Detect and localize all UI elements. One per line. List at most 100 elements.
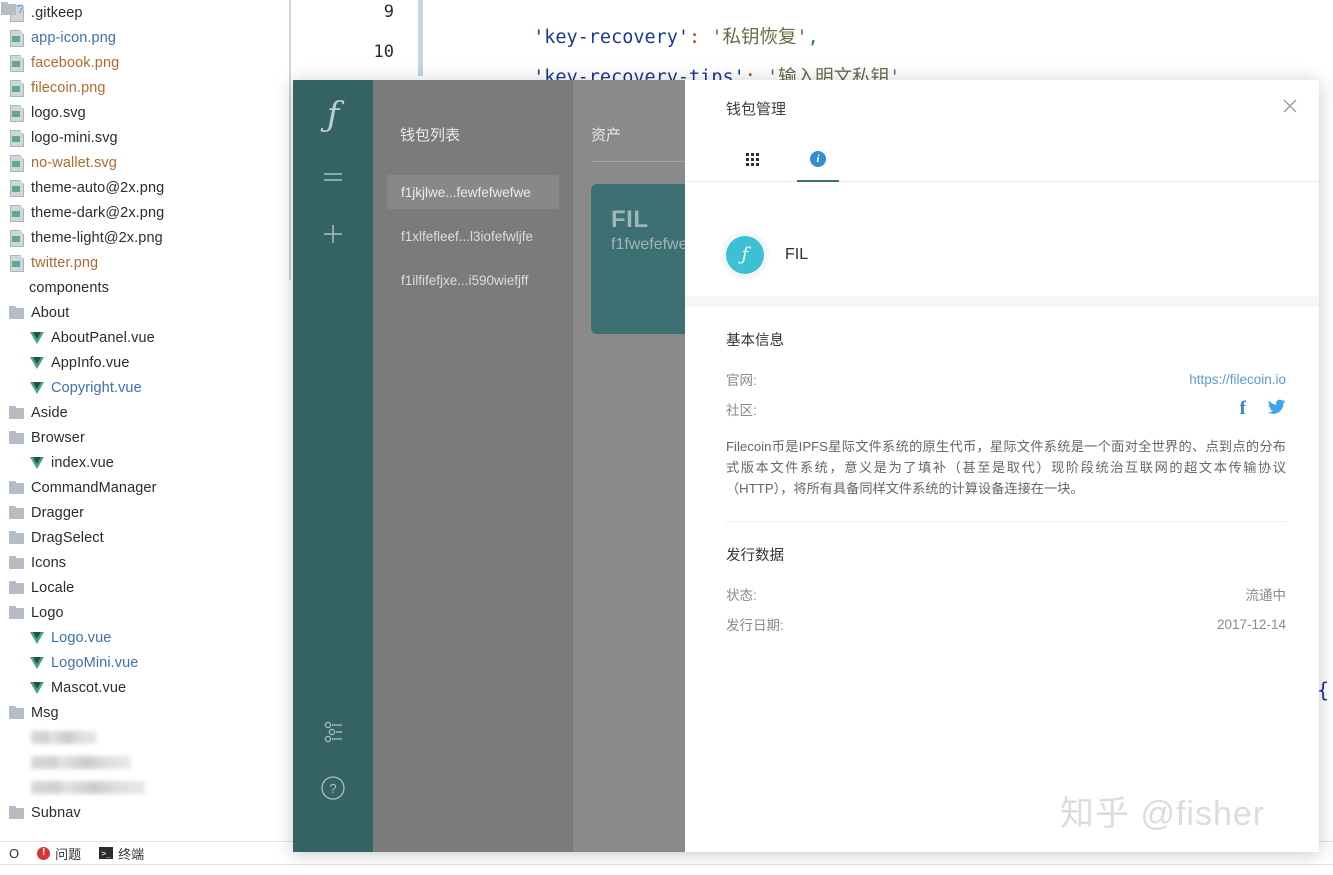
wallet-list-gap	[373, 297, 573, 307]
tree-row-label: Locale	[31, 579, 75, 596]
tree-row-blurred[interactable]	[0, 775, 296, 800]
tree-row-label: AppInfo.vue	[51, 354, 130, 371]
tree-row[interactable]: filecoin.png	[0, 75, 296, 100]
tree-row[interactable]: Icons	[0, 550, 296, 575]
tree-row[interactable]: Subnav	[0, 800, 296, 825]
dialog-close-icon[interactable]	[1281, 97, 1299, 120]
folder-icon	[8, 504, 26, 521]
twitter-icon[interactable]	[1268, 399, 1286, 420]
wallet-management-dialog: 钱包管理 i ƒ FIL 基本信息 官网: https://filecoin.i…	[685, 80, 1319, 852]
image-file-icon	[8, 254, 26, 271]
tree-row[interactable]: theme-dark@2x.png	[0, 200, 296, 225]
vue-icon	[28, 354, 46, 371]
facebook-icon[interactable]: f	[1240, 398, 1246, 420]
explorer-scrollbar[interactable]	[289, 0, 291, 280]
status-problems[interactable]: ! 问题	[28, 842, 90, 864]
tree-row[interactable]: About	[0, 300, 296, 325]
image-file-icon	[8, 29, 26, 46]
tree-row-label: Dragger	[31, 504, 85, 521]
tree-row[interactable]: facebook.png	[0, 50, 296, 75]
wallet-address: f1jkjlwe...fewfefwefwe	[401, 184, 531, 200]
tree-row-label: Mascot.vue	[51, 679, 127, 696]
tree-row-label: Copyright.vue	[51, 379, 142, 396]
wallet-list-item[interactable]: f1ilfifefjxe...i590wiefjff	[387, 263, 559, 297]
tree-row[interactable]: no-wallet.svg	[0, 150, 296, 175]
info-icon: i	[810, 151, 826, 167]
grid-icon	[745, 152, 759, 166]
tree-row-label: facebook.png	[31, 54, 120, 71]
tree-row[interactable]: .gitkeep	[0, 0, 296, 25]
add-wallet-icon[interactable]	[293, 206, 373, 262]
tree-row[interactable]: CommandManager	[0, 475, 296, 500]
dialog-title: 钱包管理	[726, 100, 787, 118]
image-file-icon	[8, 129, 26, 146]
tree-row[interactable]: Msg	[0, 700, 296, 725]
section-separator	[685, 296, 1319, 307]
tree-row-label: index.vue	[51, 454, 114, 471]
tree-row-label: logo.svg	[31, 104, 86, 121]
list-icon[interactable]	[293, 150, 373, 206]
tree-row-label: Browser	[31, 429, 85, 446]
screenshot-root: .gitkeep app-icon.png facebook.png filecoin…	[0, 0, 1333, 875]
coin-avatar-icon: ƒ	[726, 236, 764, 274]
tree-row[interactable]: Copyright.vue	[0, 375, 296, 400]
tree-row[interactable]: Logo	[0, 600, 296, 625]
status-problems-label: 问题	[55, 846, 82, 862]
tree-row[interactable]: Locale	[0, 575, 296, 600]
svg-text:?: ?	[329, 781, 336, 796]
wallet-list-gap	[373, 209, 573, 219]
tree-row[interactable]: Logo.vue	[0, 625, 296, 650]
terminal-icon: >_	[99, 847, 114, 859]
tab-grid[interactable]	[719, 137, 785, 181]
image-file-icon	[8, 154, 26, 171]
tree-row[interactable]: components	[0, 275, 296, 300]
tree-row-label: LogoMini.vue	[51, 654, 139, 671]
error-circle-icon: !	[37, 846, 51, 860]
wallet-list-item[interactable]: f1jkjlwe...fewfefwefwe	[387, 175, 559, 209]
tree-row[interactable]: Aside	[0, 400, 296, 425]
tree-row[interactable]: DragSelect	[0, 525, 296, 550]
tree-row[interactable]: logo.svg	[0, 100, 296, 125]
folder-icon	[8, 304, 26, 321]
tree-row[interactable]: Dragger	[0, 500, 296, 525]
tree-row-label: DragSelect	[31, 529, 104, 546]
tree-row[interactable]: AboutPanel.vue	[0, 325, 296, 350]
tree-row[interactable]: LogoMini.vue	[0, 650, 296, 675]
status-left-text: O	[0, 842, 28, 864]
tree-row[interactable]: logo-mini.svg	[0, 125, 296, 150]
basic-info-row-website: 官网: https://filecoin.io	[726, 364, 1286, 394]
tree-row[interactable]: Browser	[0, 425, 296, 450]
tree-row[interactable]: Mascot.vue	[0, 675, 296, 700]
vue-icon	[28, 329, 46, 346]
status-terminal-label: 终端	[118, 846, 145, 862]
dialog-header: 钱包管理	[685, 80, 1319, 136]
tree-row-label: Icons	[31, 554, 67, 571]
settings-sliders-icon[interactable]	[293, 704, 373, 760]
wallet-items-container: f1jkjlwe...fewfefwefwe f1xlfefleef...l3io…	[373, 175, 573, 307]
website-link[interactable]: https://filecoin.io	[1189, 372, 1286, 387]
file-explorer-tree[interactable]: .gitkeep app-icon.png facebook.png filecoin…	[0, 0, 296, 841]
tree-row-label: Logo.vue	[51, 629, 112, 646]
tab-info[interactable]: i	[785, 137, 851, 182]
line-number: 9	[383, 2, 394, 22]
wallet-address: f1ilfifefjxe...i590wiefjff	[401, 272, 529, 288]
line-number: 10	[373, 42, 394, 62]
image-file-icon	[8, 204, 26, 221]
tree-row[interactable]: theme-light@2x.png	[0, 225, 296, 250]
app-sidebar: ƒ ?	[293, 80, 373, 852]
tree-row-blurred[interactable]	[0, 725, 296, 750]
help-icon[interactable]: ?	[293, 760, 373, 816]
dialog-tabs[interactable]: i	[685, 136, 1319, 182]
tree-row[interactable]: app-icon.png	[0, 25, 296, 50]
folder-icon	[8, 554, 26, 571]
wallet-list-item[interactable]: f1xlfefleef...l3iofefwljfe	[387, 219, 559, 253]
tree-row[interactable]: AppInfo.vue	[0, 350, 296, 375]
status-terminal[interactable]: >_ 终端	[90, 842, 153, 864]
tree-row[interactable]: index.vue	[0, 450, 296, 475]
tree-row[interactable]: twitter.png	[0, 250, 296, 275]
tree-row-blurred[interactable]	[0, 750, 296, 775]
tree-row[interactable]: theme-auto@2x.png	[0, 175, 296, 200]
vue-icon	[28, 379, 46, 396]
status-bar-bottom-strip	[0, 865, 1333, 875]
tree-row-label: theme-auto@2x.png	[31, 179, 165, 196]
